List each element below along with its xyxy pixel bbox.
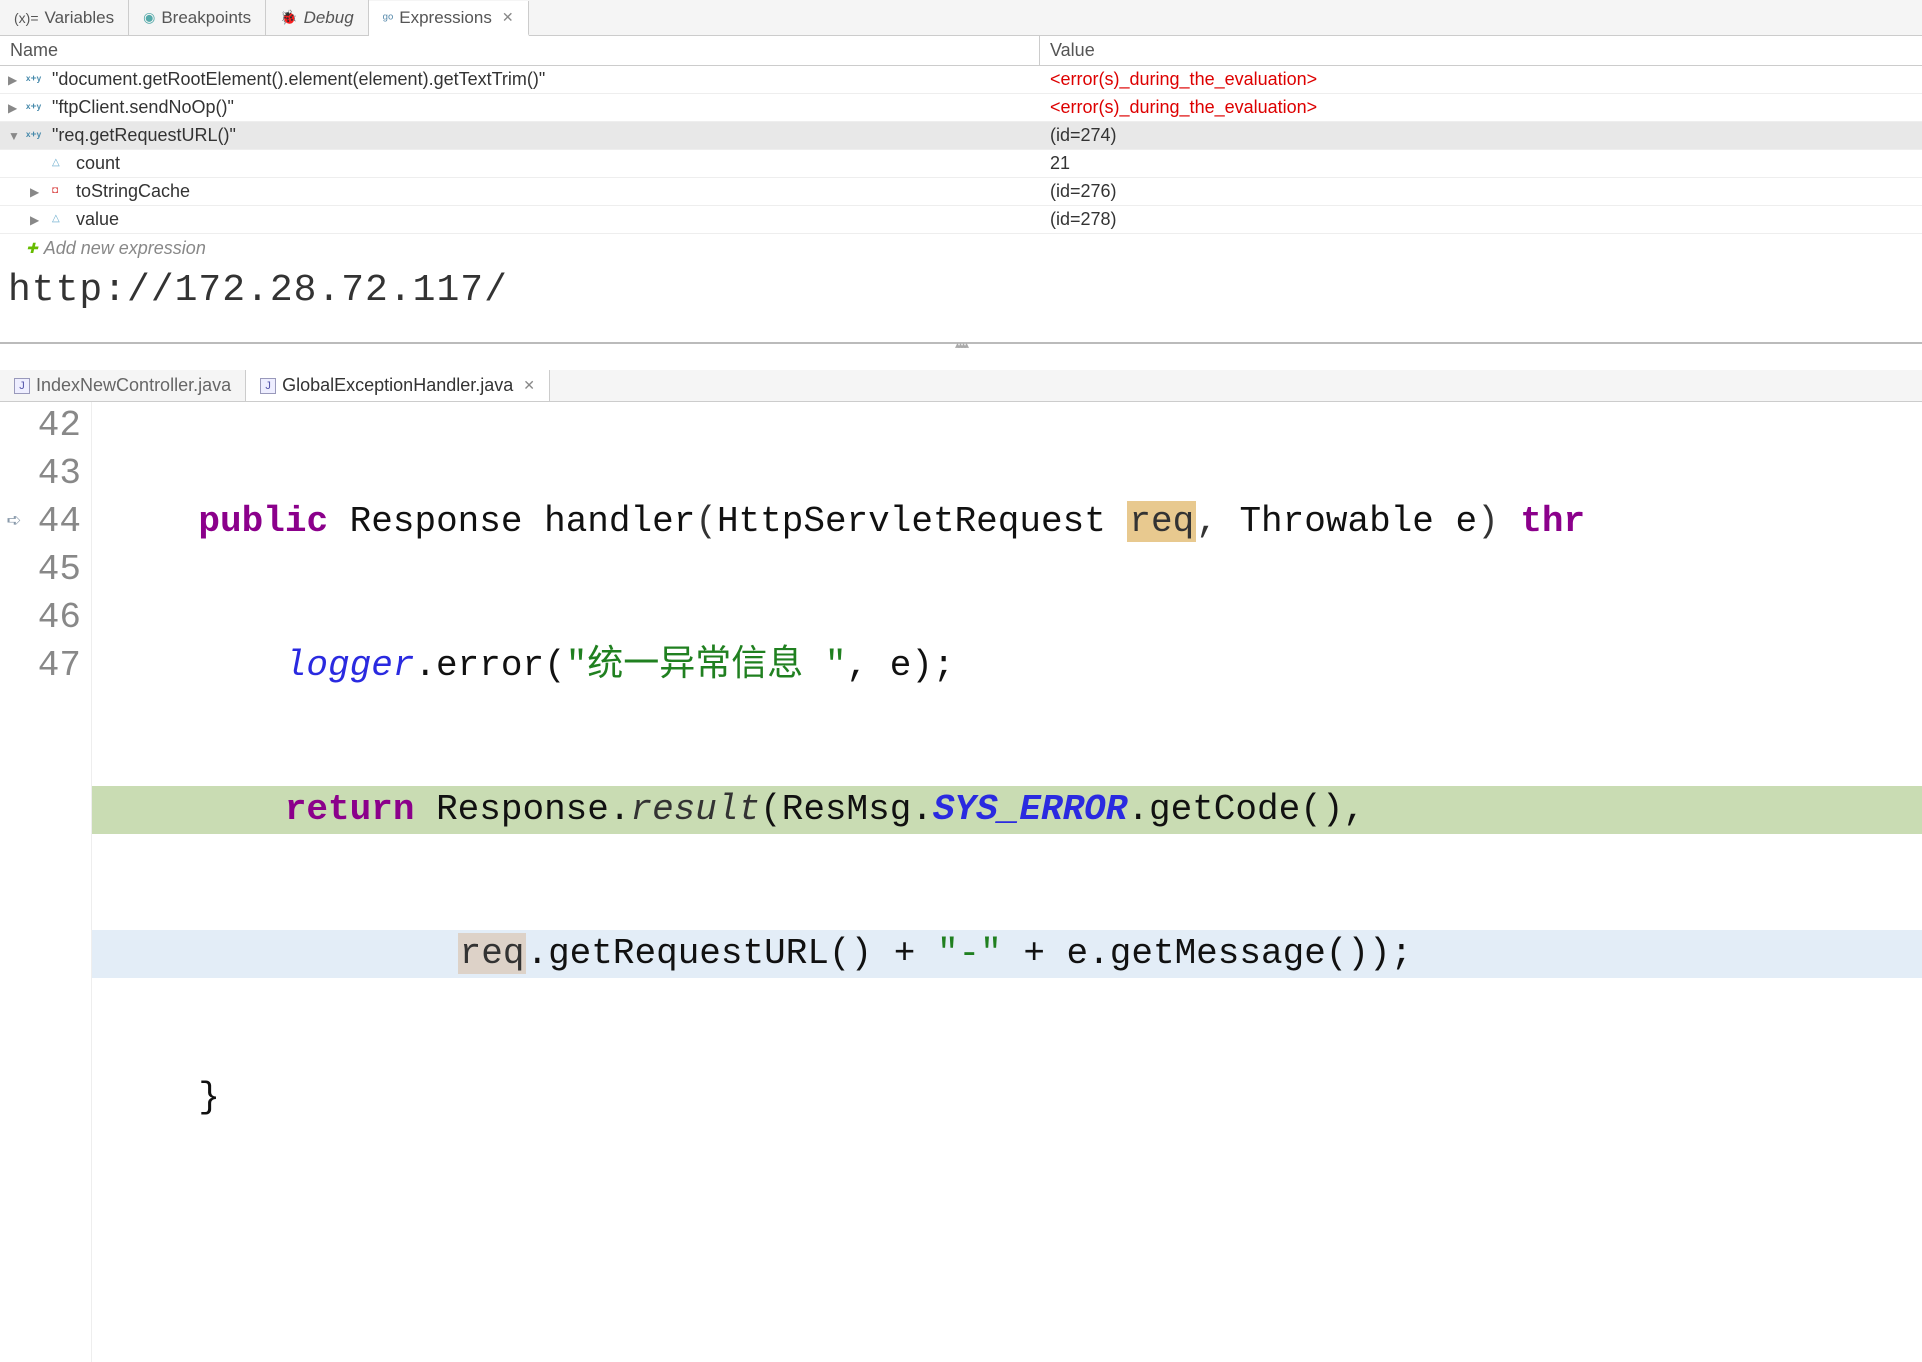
line-number: 42 [28, 402, 81, 450]
expression-icon: ˣ⁺ʸ [26, 101, 46, 115]
expression-row[interactable]: ▶ ˣ⁺ʸ "document.getRootElement().element… [0, 66, 1922, 94]
field-primitive-icon: △ [52, 157, 66, 171]
expression-name: "document.getRootElement().element(eleme… [52, 69, 545, 90]
add-icon: ✚ [26, 240, 38, 257]
field-name: value [76, 209, 119, 230]
editor-tab-inactive[interactable]: J IndexNewController.java [0, 370, 246, 401]
field-object-icon: ◘ [52, 185, 66, 199]
expressions-table-header: Name Value [0, 36, 1922, 66]
field-primitive-icon: △ [52, 213, 66, 227]
close-icon[interactable]: ✕ [502, 9, 514, 26]
add-expression-label: Add new expression [44, 238, 206, 259]
code-area[interactable]: public Response handler(HttpServletReque… [92, 402, 1922, 1362]
tab-label: Debug [304, 8, 354, 28]
line-number: 44 [28, 498, 81, 546]
editor-tab-label: GlobalExceptionHandler.java [282, 375, 513, 396]
breakpoints-icon: ◉ [143, 9, 155, 26]
line-number: 43 [28, 450, 81, 498]
line-number: 46 [28, 594, 81, 642]
expression-name: "ftpClient.sendNoOp()" [52, 97, 234, 118]
java-file-icon: J [260, 378, 276, 394]
field-name: count [76, 153, 120, 174]
code-editor[interactable]: ➪ 42 43 44 45 46 47 public Response hand… [0, 402, 1922, 1362]
line-number: 47 [28, 642, 81, 690]
expression-icon: ˣ⁺ʸ [26, 129, 46, 143]
highlighted-variable: req [1127, 501, 1196, 542]
debug-icon: 🐞 [280, 9, 297, 26]
expression-name: "req.getRequestURL()" [52, 125, 236, 146]
tab-label: Breakpoints [161, 8, 251, 28]
expression-value: (id=274) [1040, 125, 1922, 146]
variables-icon: (x)= [14, 10, 39, 26]
tab-debug[interactable]: 🐞 Debug [266, 0, 369, 35]
column-header-name[interactable]: Name [0, 36, 1040, 65]
expression-row[interactable]: ▼ ˣ⁺ʸ "req.getRequestURL()" (id=274) [0, 122, 1922, 150]
tab-variables[interactable]: (x)= Variables [0, 0, 129, 35]
field-value: (id=276) [1040, 181, 1922, 202]
expand-arrow-icon[interactable]: ▶ [8, 73, 20, 87]
field-value: (id=278) [1040, 209, 1922, 230]
java-file-icon: J [14, 378, 30, 394]
expression-icon: ˣ⁺ʸ [26, 73, 46, 87]
expand-arrow-icon[interactable]: ▶ [8, 101, 20, 115]
add-expression-row[interactable]: ✚ Add new expression [0, 234, 1922, 263]
line-number-gutter: 42 43 44 45 46 47 [28, 402, 92, 1362]
field-row[interactable]: △ count 21 [0, 150, 1922, 178]
gutter: ➪ [0, 402, 28, 1362]
collapse-arrow-icon[interactable]: ▼ [8, 129, 20, 143]
editor-tab-label: IndexNewController.java [36, 375, 231, 396]
field-row[interactable]: ▶ △ value (id=278) [0, 206, 1922, 234]
tab-expressions[interactable]: ᵍᵒ Expressions ✕ [369, 1, 529, 36]
expression-value: <error(s)_during_the_evaluation> [1040, 69, 1922, 90]
current-execution-line: return Response.result(ResMsg.SYS_ERROR.… [92, 786, 1922, 834]
tab-label: Variables [45, 8, 115, 28]
editor-tab-active[interactable]: J GlobalExceptionHandler.java ✕ [246, 370, 550, 401]
expression-value: <error(s)_during_the_evaluation> [1040, 97, 1922, 118]
debug-views-tabbar: (x)= Variables ◉ Breakpoints 🐞 Debug ᵍᵒ … [0, 0, 1922, 36]
expressions-icon: ᵍᵒ [383, 10, 394, 26]
field-name: toStringCache [76, 181, 190, 202]
split-handle[interactable]: ▴▴▴▴ [0, 342, 1922, 370]
tab-breakpoints[interactable]: ◉ Breakpoints [129, 0, 266, 35]
line-number: 45 [28, 546, 81, 594]
field-value: 21 [1040, 153, 1922, 174]
drag-handle-icon: ▴▴▴▴ [955, 340, 967, 351]
column-header-value[interactable]: Value [1040, 36, 1922, 65]
expand-arrow-icon[interactable]: ▶ [30, 213, 42, 227]
expression-detail-value: http://172.28.72.117/ [0, 263, 1922, 342]
debug-current-line-icon: ➪ [0, 498, 28, 546]
expand-arrow-icon[interactable]: ▶ [30, 185, 42, 199]
editor-tabbar: J IndexNewController.java J GlobalExcept… [0, 370, 1922, 402]
tab-label: Expressions [399, 8, 492, 28]
expression-row[interactable]: ▶ ˣ⁺ʸ "ftpClient.sendNoOp()" <error(s)_d… [0, 94, 1922, 122]
close-icon[interactable]: ✕ [523, 377, 535, 394]
highlighted-variable: req [458, 933, 527, 974]
field-row[interactable]: ▶ ◘ toStringCache (id=276) [0, 178, 1922, 206]
